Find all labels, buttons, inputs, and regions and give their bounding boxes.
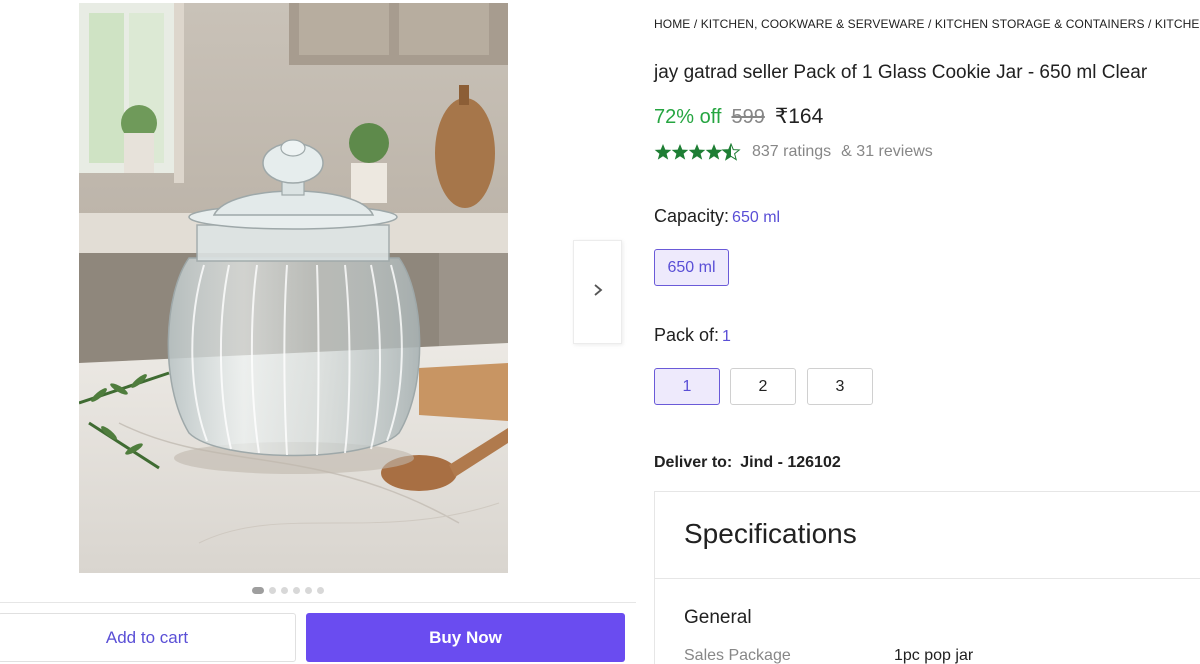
pack-option-3[interactable]: 3: [807, 368, 873, 405]
delivery-pincode: Jind - 126102: [740, 454, 841, 471]
image-dot[interactable]: [269, 587, 276, 594]
pack-option-1[interactable]: 1: [654, 368, 720, 405]
pack-label: Pack of: 1: [654, 325, 731, 346]
product-image[interactable]: [79, 3, 508, 573]
pack-option-2[interactable]: 2: [730, 368, 796, 405]
capacity-label: Capacity: 650 ml: [654, 206, 780, 227]
pack-label-text: Pack of:: [654, 325, 720, 345]
image-dot[interactable]: [281, 587, 288, 594]
divider: [655, 578, 1200, 579]
specifications-panel: Specifications General Sales Package 1pc…: [654, 491, 1200, 664]
ratings-count: 837 ratings: [752, 143, 832, 160]
image-dot[interactable]: [252, 587, 264, 594]
product-page: Add to cart Buy Now HOME / KITCHEN, COOK…: [0, 0, 1200, 664]
rating-row[interactable]: 837 ratings & 31 reviews: [654, 143, 933, 161]
product-title: jay gatrad seller Pack of 1 Glass Cookie…: [654, 62, 1148, 83]
star-rating: [654, 143, 742, 161]
capacity-selected-value: 650 ml: [732, 209, 781, 226]
sale-price: ₹164: [774, 105, 824, 128]
add-to-cart-button[interactable]: Add to cart: [0, 613, 296, 662]
image-dot[interactable]: [317, 587, 324, 594]
star-icon: [654, 143, 740, 161]
next-image-button[interactable]: [573, 240, 622, 344]
specifications-title: Specifications: [684, 518, 857, 549]
deliver-to-label: Deliver to:: [654, 454, 733, 471]
image-dot[interactable]: [293, 587, 300, 594]
delivery-location[interactable]: Deliver to: Jind - 126102: [654, 454, 841, 472]
capacity-label-text: Capacity:: [654, 206, 730, 226]
original-price: 599: [731, 106, 765, 128]
price-row: 72% off 599 ₹164: [654, 104, 823, 129]
reviews-count: & 31 reviews: [841, 143, 933, 160]
buy-now-button[interactable]: Buy Now: [306, 613, 625, 662]
spec-section-general: General: [684, 607, 752, 628]
image-dot[interactable]: [305, 587, 312, 594]
action-bar: Add to cart Buy Now: [0, 602, 636, 664]
chevron-right-icon: [592, 283, 604, 302]
pack-selected-value: 1: [722, 328, 731, 345]
image-pagination-dots: [252, 587, 324, 594]
spec-value: 1pc pop jar: [894, 647, 974, 664]
capacity-option-650ml[interactable]: 650 ml: [654, 249, 729, 286]
breadcrumb[interactable]: HOME / KITCHEN, COOKWARE & SERVEWARE / K…: [654, 17, 1200, 31]
discount-badge: 72% off: [654, 106, 722, 128]
glass-jar-image: [79, 3, 508, 573]
spec-key: Sales Package: [684, 647, 791, 664]
